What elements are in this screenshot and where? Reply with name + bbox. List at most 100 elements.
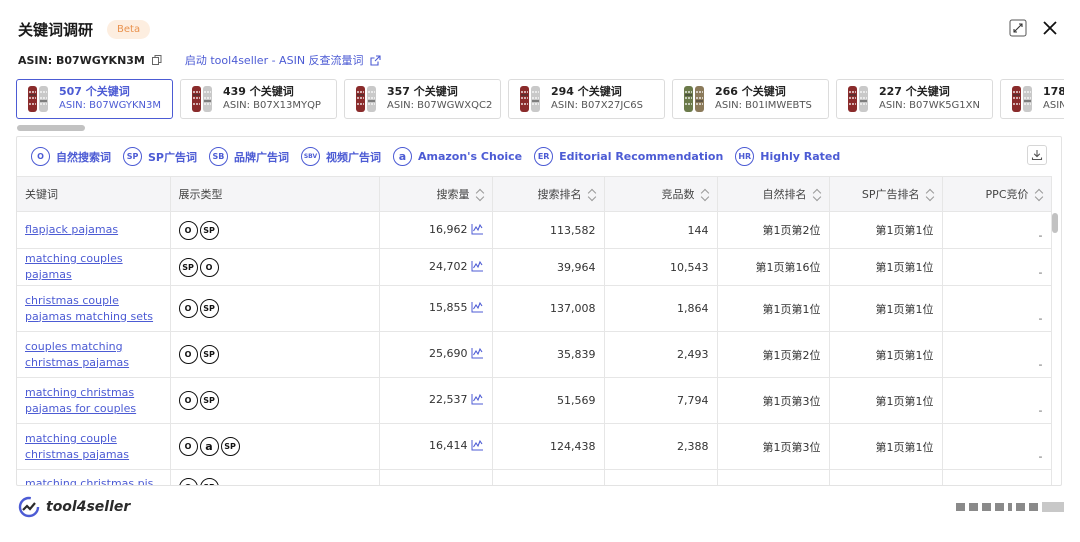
keyword-link[interactable]: matching couple christmas pajamas <box>25 432 129 461</box>
asin-card[interactable]: 227 个关键词 ASIN: B07WK5G1XN <box>836 79 993 119</box>
asin-card-text: 294 个关键词 ASIN: B07X27JC6S <box>551 85 643 113</box>
competitor-count-cell: 10,543 <box>604 248 718 286</box>
asin-card-list: 507 个关键词 ASIN: B07WGYKN3M 439 个关键词 ASIN: B0… <box>16 79 1064 121</box>
close-button[interactable] <box>1040 18 1060 38</box>
search-rank-cell: 51,569 <box>492 377 605 424</box>
column-header[interactable]: PPC竞价 <box>942 176 1052 212</box>
legend-badge-icon: HR <box>735 147 755 166</box>
vertical-scrollbar[interactable] <box>1051 211 1059 483</box>
trend-chart-icon[interactable] <box>471 439 484 454</box>
column-header-label: 展示类型 <box>178 188 223 201</box>
keyword-cell: christmas couple pajamas matching sets <box>17 285 171 332</box>
sort-icon[interactable] <box>476 188 484 202</box>
pagination-block[interactable] <box>1029 503 1038 511</box>
asin-label: ASIN: B07WGYKN3M <box>18 53 145 67</box>
table-header-row: 关键词 展示类型 搜索量 搜索排名 竞品数 自然排名 SP广告排名 PPC竞价 <box>17 176 1052 212</box>
organic-rank-cell: 第1页第1位 <box>717 285 830 332</box>
pagination-block[interactable] <box>1042 502 1064 512</box>
search-volume-cell: 16,414 <box>379 423 493 470</box>
keyword-cell: matching christmas pjs for <box>17 469 171 485</box>
organic-rank-cell: 第1页第3位 <box>717 423 830 470</box>
search-rank-cell: 113,582 <box>492 211 605 249</box>
pagination-block[interactable] <box>982 503 991 511</box>
pagination-block[interactable] <box>995 503 1004 511</box>
keyword-link[interactable]: matching couples pajamas <box>25 252 123 281</box>
search-rank: 35,839 <box>557 348 596 361</box>
pagination-block[interactable] <box>969 503 978 511</box>
competitor-count: 1,864 <box>677 302 709 315</box>
asin-card[interactable]: 178 ASIN <box>1000 79 1064 119</box>
search-rank: 39,964 <box>557 260 596 274</box>
keyword-link[interactable]: matching christmas pjs for <box>25 477 153 485</box>
keyword-count: 439 个关键词 <box>223 85 294 98</box>
product-thumbnail <box>189 84 215 114</box>
keyword-link[interactable]: flapjack pajamas <box>25 223 118 236</box>
display-type-cell: OSP <box>170 331 380 378</box>
product-thumbnail <box>1009 84 1035 114</box>
display-type-badges: OSP <box>178 478 371 485</box>
table-body: flapjack pajamas O SP 16,962 113,582 144 第1页第2… <box>17 211 1052 485</box>
legend-label: 品牌广告词 <box>233 150 289 164</box>
trend-chart-icon[interactable] <box>471 301 484 316</box>
search-rank: 51,569 <box>557 394 596 407</box>
external-link-icon <box>369 54 381 66</box>
column-header[interactable]: 竞品数 <box>604 176 718 212</box>
tool4seller-logo-icon <box>18 496 40 518</box>
pagination-block[interactable] <box>956 503 965 511</box>
search-volume: 22,537 <box>429 393 468 406</box>
legend-badge-icon: SBV <box>300 147 320 166</box>
pagination-block[interactable] <box>1016 503 1025 511</box>
copy-icon[interactable] <box>151 54 163 66</box>
reverse-asin-link[interactable]: 启动 tool4seller - ASIN 反查流量词 <box>185 52 381 68</box>
legend-badge-icon: SB <box>208 147 228 166</box>
search-volume: 16,414 <box>429 439 468 452</box>
asin-card[interactable]: 294 个关键词 ASIN: B07X27JC6S <box>508 79 665 119</box>
horizontal-scrollbar-thumb[interactable] <box>17 125 85 131</box>
search-rank: 137,008 <box>550 302 596 315</box>
sort-icon[interactable] <box>701 188 709 202</box>
display-type-badge-icon: SP <box>199 345 219 364</box>
column-header[interactable]: SP广告排名 <box>829 176 943 212</box>
product-thumbnail <box>353 84 379 114</box>
vertical-scrollbar-thumb[interactable] <box>1052 213 1058 233</box>
sort-icon[interactable] <box>1035 188 1043 202</box>
column-header[interactable]: 自然排名 <box>717 176 830 212</box>
keyword-link[interactable]: couples matching christmas pajamas <box>25 340 129 369</box>
asin-card-text: 227 个关键词 ASIN: B07WK5G1XN <box>879 85 980 113</box>
sp-ad-rank: 第1页第1位 <box>875 440 934 454</box>
legend-item: O 自然搜索词 <box>31 147 111 166</box>
download-button[interactable] <box>1027 145 1047 165</box>
column-header[interactable]: 搜索排名 <box>492 176 605 212</box>
competitor-count-cell: 144 <box>604 211 718 249</box>
keyword-panel: O 自然搜索词 SP SP广告词 SB 品牌广告词 SBV 视频广告词 a Amazon's Ch… <box>16 136 1062 486</box>
keyword-cell: flapjack pajamas <box>17 211 171 249</box>
expand-button[interactable] <box>1008 18 1028 38</box>
keyword-link[interactable]: matching christmas pajamas for couples <box>25 386 136 415</box>
search-volume-cell: 16,962 <box>379 211 493 249</box>
asin-card[interactable]: 357 个关键词 ASIN: B07WGWXQC2 <box>344 79 501 119</box>
pagination-block[interactable] <box>1008 503 1012 511</box>
ppc-bid-cell <box>942 469 1052 485</box>
legend-item: a Amazon's Choice <box>392 147 522 166</box>
horizontal-scrollbar[interactable] <box>16 124 1064 132</box>
trend-chart-icon[interactable] <box>471 347 484 362</box>
asin-card[interactable]: 439 个关键词 ASIN: B07X13MYQP <box>180 79 337 119</box>
search-volume-cell: 22,537 <box>379 377 493 424</box>
competitor-count: 144 <box>687 223 709 237</box>
trend-chart-icon[interactable] <box>471 393 484 408</box>
legend-label: Highly Rated <box>760 150 841 163</box>
organic-rank: 第1页第16位 <box>755 261 821 274</box>
ppc-bid-cell: - <box>942 285 1052 332</box>
keyword-link[interactable]: christmas couple pajamas matching sets <box>25 294 153 323</box>
search-rank-cell <box>492 469 605 485</box>
asin-card[interactable]: 507 个关键词 ASIN: B07WGYKN3M <box>16 79 173 119</box>
sort-icon[interactable] <box>926 188 934 202</box>
trend-chart-icon[interactable] <box>471 260 484 275</box>
column-header[interactable]: 搜索量 <box>379 176 493 212</box>
trend-chart-icon[interactable] <box>471 223 484 238</box>
dialog-title: 关键词调研 <box>18 20 94 39</box>
asin-card[interactable]: 266 个关键词 ASIN: B01IMWEBTS <box>672 79 829 119</box>
sort-icon[interactable] <box>813 188 821 202</box>
table-row: matching couples pajamas SP O 24,702 39,964 1… <box>17 248 1052 286</box>
sort-icon[interactable] <box>588 188 596 202</box>
